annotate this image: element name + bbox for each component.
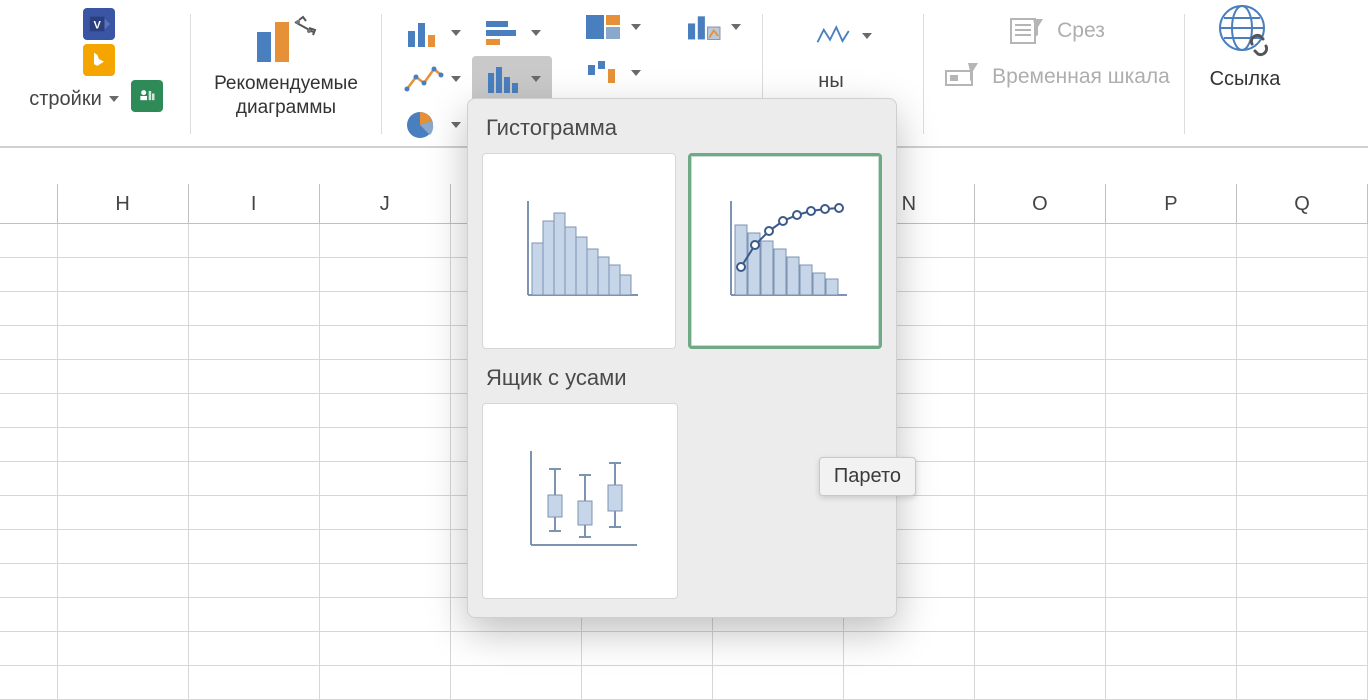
recommended-charts-button[interactable]: Рекомендуемые диаграммы	[191, 0, 381, 146]
chevron-down-icon	[531, 30, 541, 36]
chevron-down-icon	[731, 24, 741, 30]
recommended-charts-label-1: Рекомендуемые	[214, 72, 358, 96]
bar-chart-button[interactable]	[472, 10, 552, 56]
line-chart-button[interactable]	[392, 56, 472, 102]
box-whisker-chart-option[interactable]	[482, 403, 678, 599]
chart-option-tooltip: Парето	[819, 457, 916, 496]
link-button[interactable]: Ссылка	[1185, 0, 1305, 146]
column-chart-button[interactable]	[392, 10, 472, 56]
sparklines-label-fragment: ны	[818, 70, 867, 93]
visio-addin-icon[interactable]: V	[83, 8, 115, 40]
chevron-down-icon	[531, 76, 541, 82]
col-corner[interactable]	[0, 184, 58, 223]
filters-group: Срез Временная шкала	[924, 0, 1184, 146]
link-label: Ссылка	[1210, 68, 1281, 91]
col-header[interactable]: I	[189, 184, 320, 223]
chevron-down-icon	[451, 30, 461, 36]
timeline-button[interactable]: Временная шкала	[938, 54, 1170, 100]
col-header[interactable]: O	[975, 184, 1106, 223]
col-header[interactable]: P	[1106, 184, 1237, 223]
bing-addin-icon[interactable]	[83, 44, 115, 76]
sparkline-line-button[interactable]	[815, 8, 872, 64]
statistic-chart-button[interactable]	[472, 56, 552, 102]
slicer-label: Срез	[1057, 19, 1105, 43]
svg-text:V: V	[94, 20, 102, 32]
col-header[interactable]: H	[58, 184, 189, 223]
histogram-chart-option[interactable]	[482, 153, 676, 349]
chart-gallery-popup: Гистограмма	[467, 98, 897, 618]
chevron-down-icon	[631, 24, 641, 30]
combo-chart-button[interactable]	[684, 4, 741, 50]
chevron-down-icon	[862, 33, 872, 39]
timeline-label: Временная шкала	[992, 65, 1170, 89]
col-header[interactable]: Q	[1237, 184, 1368, 223]
pie-chart-button[interactable]	[392, 102, 472, 148]
recommended-charts-label-2: диаграммы	[214, 96, 358, 120]
treemap-chart-button[interactable]	[584, 4, 641, 50]
chevron-down-icon	[451, 122, 461, 128]
addins-label: стройки	[29, 88, 102, 111]
slicer-button[interactable]: Срез	[1003, 8, 1105, 54]
chevron-down-icon[interactable]	[109, 96, 119, 102]
people-graph-addin-icon[interactable]	[131, 80, 163, 112]
col-header[interactable]: J	[320, 184, 451, 223]
waterfall-chart-button[interactable]	[584, 50, 641, 96]
boxwhisker-section-title: Ящик с усами	[468, 349, 896, 403]
histogram-section-title: Гистограмма	[468, 99, 896, 153]
addins-group: V стройки	[0, 0, 190, 146]
pareto-chart-option[interactable]	[688, 153, 882, 349]
chevron-down-icon	[631, 70, 641, 76]
chevron-down-icon	[451, 76, 461, 82]
